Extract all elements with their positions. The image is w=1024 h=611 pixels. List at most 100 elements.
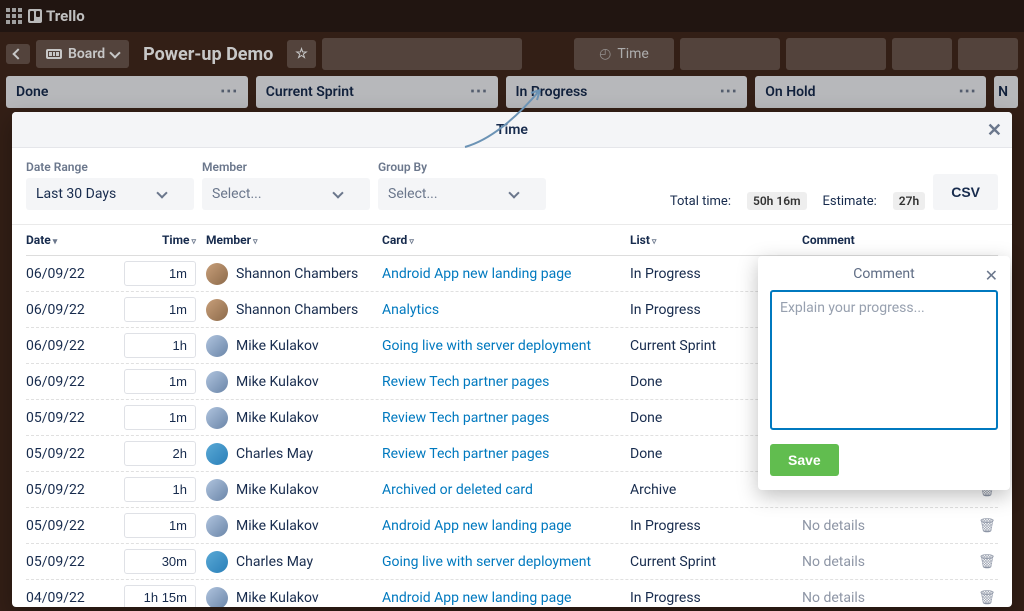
card-link[interactable]: Going live with server deployment <box>382 554 591 570</box>
save-button[interactable]: Save <box>770 444 839 476</box>
member-name: Charles May <box>236 446 313 462</box>
chevron-down-icon <box>109 47 120 58</box>
card-link[interactable]: Review Tech partner pages <box>382 374 549 390</box>
board-icon <box>46 49 62 59</box>
member-name: Mike Kulakov <box>236 338 319 354</box>
estimate-label: Estimate: <box>823 194 877 209</box>
member-name: Mike Kulakov <box>236 374 319 390</box>
collapse-button[interactable] <box>6 44 30 64</box>
col-list[interactable]: List▿ <box>630 233 802 247</box>
table-row: 05/09/22Charles MayGoing live with serve… <box>26 544 998 580</box>
card-link[interactable]: Analytics <box>382 302 439 318</box>
list-menu-icon[interactable]: ⋯ <box>470 88 488 96</box>
card-link[interactable]: Android App new landing page <box>382 518 571 534</box>
avatar <box>206 263 228 285</box>
cell-date: 06/09/22 <box>26 302 116 318</box>
member-select[interactable]: Select... <box>202 178 370 210</box>
cell-comment[interactable]: No details <box>802 518 976 534</box>
comment-textarea[interactable] <box>770 290 998 430</box>
chevron-left-icon <box>12 48 23 59</box>
time-input[interactable] <box>124 549 196 574</box>
groupby-select[interactable]: Select... <box>378 178 546 210</box>
member-name: Shannon Chambers <box>236 302 358 318</box>
board-lists: Done ⋯ Current Sprint ⋯ In Progress ⋯ On… <box>0 76 1024 108</box>
close-icon[interactable]: ✕ <box>985 266 998 285</box>
time-input[interactable] <box>124 585 196 607</box>
time-powerup-button[interactable]: ◴ Time <box>574 38 674 70</box>
trash-icon[interactable]: 🗑 <box>978 554 996 570</box>
col-time[interactable]: Time▿ <box>116 233 206 247</box>
time-input[interactable] <box>124 477 196 502</box>
col-member[interactable]: Member▿ <box>206 233 382 247</box>
list-on-hold[interactable]: On Hold ⋯ <box>755 76 986 108</box>
cell-card: Android App new landing page <box>382 590 630 606</box>
table-row: 05/09/22 Mike KulakovAndroid App new land… <box>26 508 998 544</box>
time-input[interactable] <box>124 513 196 538</box>
avatar <box>206 551 228 573</box>
cell-date: 05/09/22 <box>26 518 116 534</box>
card-link[interactable]: Going live with server deployment <box>382 338 591 354</box>
trash-icon[interactable]: 🗑 <box>978 518 996 534</box>
time-input[interactable] <box>124 297 196 322</box>
apps-icon[interactable] <box>6 8 22 24</box>
total-time-value: 50h 16m <box>747 192 807 210</box>
cell-card: Going live with server deployment <box>382 338 630 354</box>
trello-logo[interactable]: Trello <box>28 7 85 25</box>
time-input[interactable] <box>124 441 196 466</box>
cell-comment[interactable]: No details <box>802 554 976 570</box>
header-pill-2[interactable] <box>680 38 780 70</box>
list-menu-icon[interactable]: ⋯ <box>719 88 737 96</box>
avatar <box>206 371 228 393</box>
list-title: Done <box>16 84 48 100</box>
date-range-select[interactable]: Last 30 Days <box>26 178 194 210</box>
cell-time <box>116 405 206 430</box>
sort-icon: ▿ <box>652 237 657 247</box>
cell-time <box>116 333 206 358</box>
list-in-progress[interactable]: In Progress ⋯ <box>506 76 748 108</box>
star-button[interactable]: ☆ <box>287 40 316 68</box>
time-input[interactable] <box>124 261 196 286</box>
list-menu-icon[interactable]: ⋯ <box>220 88 238 96</box>
close-icon[interactable]: ✕ <box>987 120 1002 141</box>
cell-time <box>116 261 206 286</box>
cell-comment[interactable]: No details <box>802 590 976 606</box>
estimate-value: 27h <box>893 192 925 210</box>
header-pill-4[interactable] <box>892 38 952 70</box>
time-btn-label: Time <box>617 46 648 62</box>
cell-date: 06/09/22 <box>26 338 116 354</box>
board-title[interactable]: Power-up Demo <box>135 44 281 65</box>
header-pill-5[interactable] <box>958 38 1018 70</box>
trash-icon[interactable]: 🗑 <box>978 590 996 606</box>
card-link[interactable]: Review Tech partner pages <box>382 410 549 426</box>
card-link[interactable]: Android App new landing page <box>382 266 571 282</box>
board-view-button[interactable]: Board <box>36 40 129 68</box>
cell-list: Current Sprint <box>630 554 802 570</box>
list-next[interactable]: N <box>994 76 1018 108</box>
cell-member: Shannon Chambers <box>206 263 382 285</box>
list-done[interactable]: Done ⋯ <box>6 76 248 108</box>
cell-card: Android App new landing page <box>382 518 630 534</box>
cell-member: Mike Kulakov <box>206 479 382 501</box>
comment-popover-header: Comment ✕ <box>770 266 998 290</box>
list-current-sprint[interactable]: Current Sprint ⋯ <box>256 76 498 108</box>
col-card[interactable]: Card▿ <box>382 233 630 247</box>
card-link[interactable]: Archived or deleted card <box>382 482 533 498</box>
avatar <box>206 299 228 321</box>
cell-date: 05/09/22 <box>26 446 116 462</box>
time-input[interactable] <box>124 369 196 394</box>
member-name: Mike Kulakov <box>236 590 319 606</box>
csv-button[interactable]: CSV <box>933 174 998 210</box>
list-menu-icon[interactable]: ⋯ <box>958 88 976 96</box>
star-icon: ☆ <box>295 46 308 62</box>
header-pill-3[interactable] <box>786 38 886 70</box>
card-link[interactable]: Android App new landing page <box>382 590 571 606</box>
time-input[interactable] <box>124 333 196 358</box>
col-date[interactable]: Date▾ <box>26 233 116 247</box>
card-link[interactable]: Review Tech partner pages <box>382 446 549 462</box>
cell-time <box>116 477 206 502</box>
cell-member: Mike Kulakov <box>206 515 382 537</box>
cell-list: In Progress <box>630 518 802 534</box>
time-modal-title: Time <box>496 122 528 138</box>
time-input[interactable] <box>124 405 196 430</box>
header-pill-1[interactable] <box>322 38 522 70</box>
